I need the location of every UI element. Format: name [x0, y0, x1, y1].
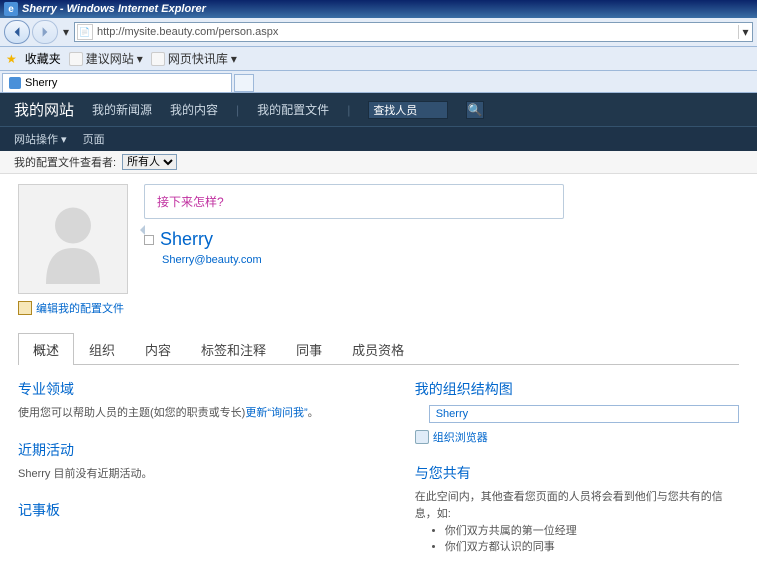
profile-name: Sherry [144, 229, 739, 250]
ie-icon: e [4, 2, 18, 16]
separator: | [347, 103, 350, 117]
nav-history-dropdown[interactable]: ▾ [60, 25, 72, 39]
status-bubble[interactable]: 接下来怎样? [144, 184, 564, 219]
list-item: 你们双方都认识的同事 [445, 538, 739, 554]
noteboard-section: 记事板 [18, 500, 375, 520]
presence-icon [144, 235, 154, 245]
tab-overview[interactable]: 概述 [18, 333, 74, 365]
noteboard-heading: 记事板 [18, 500, 375, 520]
site-actions-menu[interactable]: 网站操作 ▾ [14, 131, 67, 147]
favorites-bar: ★ 收藏夹 建议网站 ▾ 网页快讯库 ▾ [0, 47, 757, 71]
in-common-text: 在此空间内，其他查看您页面的人员将会看到他们与您共有的信息，如: [415, 489, 739, 522]
search-button[interactable]: 🔍 [466, 101, 484, 119]
tab-colleagues[interactable]: 同事 [281, 333, 337, 365]
folder-icon [69, 52, 83, 66]
window-title: Sherry - Windows Internet Explorer [22, 3, 206, 15]
org-browser-link[interactable]: 组织浏览器 [433, 429, 488, 445]
orgchart-section: 我的组织结构图 Sherry 组织浏览器 [415, 379, 739, 445]
window-titlebar: e Sherry - Windows Internet Explorer [0, 0, 757, 18]
expertise-section: 专业领域 使用您可以帮助人员的主题(如您的职责或专长)更新“询问我”。 [18, 379, 375, 422]
recent-text: Sherry 目前没有近期活动。 [18, 466, 375, 483]
profile-viewer-filter: 我的配置文件查看者: 所有人 [0, 151, 757, 174]
orgchart-self[interactable]: Sherry [429, 405, 739, 423]
web-slice-link[interactable]: 网页快讯库 ▾ [151, 50, 237, 67]
people-search-input[interactable] [368, 101, 448, 119]
tab-favicon [9, 77, 21, 89]
recent-activity-section: 近期活动 Sherry 目前没有近期活动。 [18, 440, 375, 483]
browser-tabstrip: Sherry [0, 71, 757, 93]
profile-content: 编辑我的配置文件 接下来怎样? Sherry Sherry@beauty.com… [0, 174, 757, 582]
site-title[interactable]: 我的网站 [14, 99, 74, 120]
suggested-sites-link[interactable]: 建议网站 ▾ [69, 50, 143, 67]
tab-organization[interactable]: 组织 [74, 333, 130, 365]
filter-label: 我的配置文件查看者: [14, 154, 116, 170]
viewer-select[interactable]: 所有人 [122, 154, 177, 170]
edit-profile-link[interactable]: 编辑我的配置文件 [36, 300, 124, 316]
slice-icon [151, 52, 165, 66]
nav-newsfeed[interactable]: 我的新闻源 [92, 101, 152, 118]
profile-email-link[interactable]: Sherry@beauty.com [162, 254, 262, 266]
person-silhouette-icon [28, 194, 118, 284]
site-subribbon: 网站操作 ▾ 页面 [0, 126, 757, 151]
nav-content[interactable]: 我的内容 [170, 101, 218, 118]
in-common-heading: 与您共有 [415, 463, 739, 483]
favorites-star-icon[interactable]: ★ [6, 52, 17, 66]
page-menu[interactable]: 页面 [83, 131, 105, 147]
nav-profile[interactable]: 我的配置文件 [257, 101, 329, 118]
tab-memberships[interactable]: 成员资格 [337, 333, 419, 365]
forward-button[interactable] [32, 20, 58, 44]
browser-navbar: ▾ 📄 ▾ [0, 18, 757, 47]
tab-content[interactable]: 内容 [130, 333, 186, 365]
new-tab-button[interactable] [234, 74, 254, 92]
tab-tags-notes[interactable]: 标签和注释 [186, 333, 281, 365]
favorites-label[interactable]: 收藏夹 [25, 50, 61, 67]
site-ribbon: 我的网站 我的新闻源 我的内容 | 我的配置文件 | 🔍 [0, 93, 757, 126]
separator: | [236, 103, 239, 117]
in-common-section: 与您共有 在此空间内，其他查看您页面的人员将会看到他们与您共有的信息，如: 你们… [415, 463, 739, 554]
tab-title: Sherry [25, 77, 57, 89]
orgchart-heading: 我的组织结构图 [415, 379, 739, 399]
browser-tab[interactable]: Sherry [2, 73, 232, 92]
address-bar[interactable]: 📄 ▾ [74, 22, 753, 42]
avatar [18, 184, 128, 294]
profile-tabs: 概述 组织 内容 标签和注释 同事 成员资格 [18, 332, 739, 365]
org-browser-icon [415, 430, 429, 444]
recent-heading: 近期活动 [18, 440, 375, 460]
url-input[interactable] [95, 24, 738, 40]
list-item: 你们双方共属的第一位经理 [445, 522, 739, 538]
update-ask-me-link[interactable]: 更新“询问我” [245, 407, 307, 419]
page-icon: 📄 [77, 24, 93, 40]
address-dropdown[interactable]: ▾ [738, 25, 752, 39]
back-button[interactable] [4, 20, 30, 44]
expertise-heading: 专业领域 [18, 379, 375, 399]
edit-icon [18, 301, 32, 315]
